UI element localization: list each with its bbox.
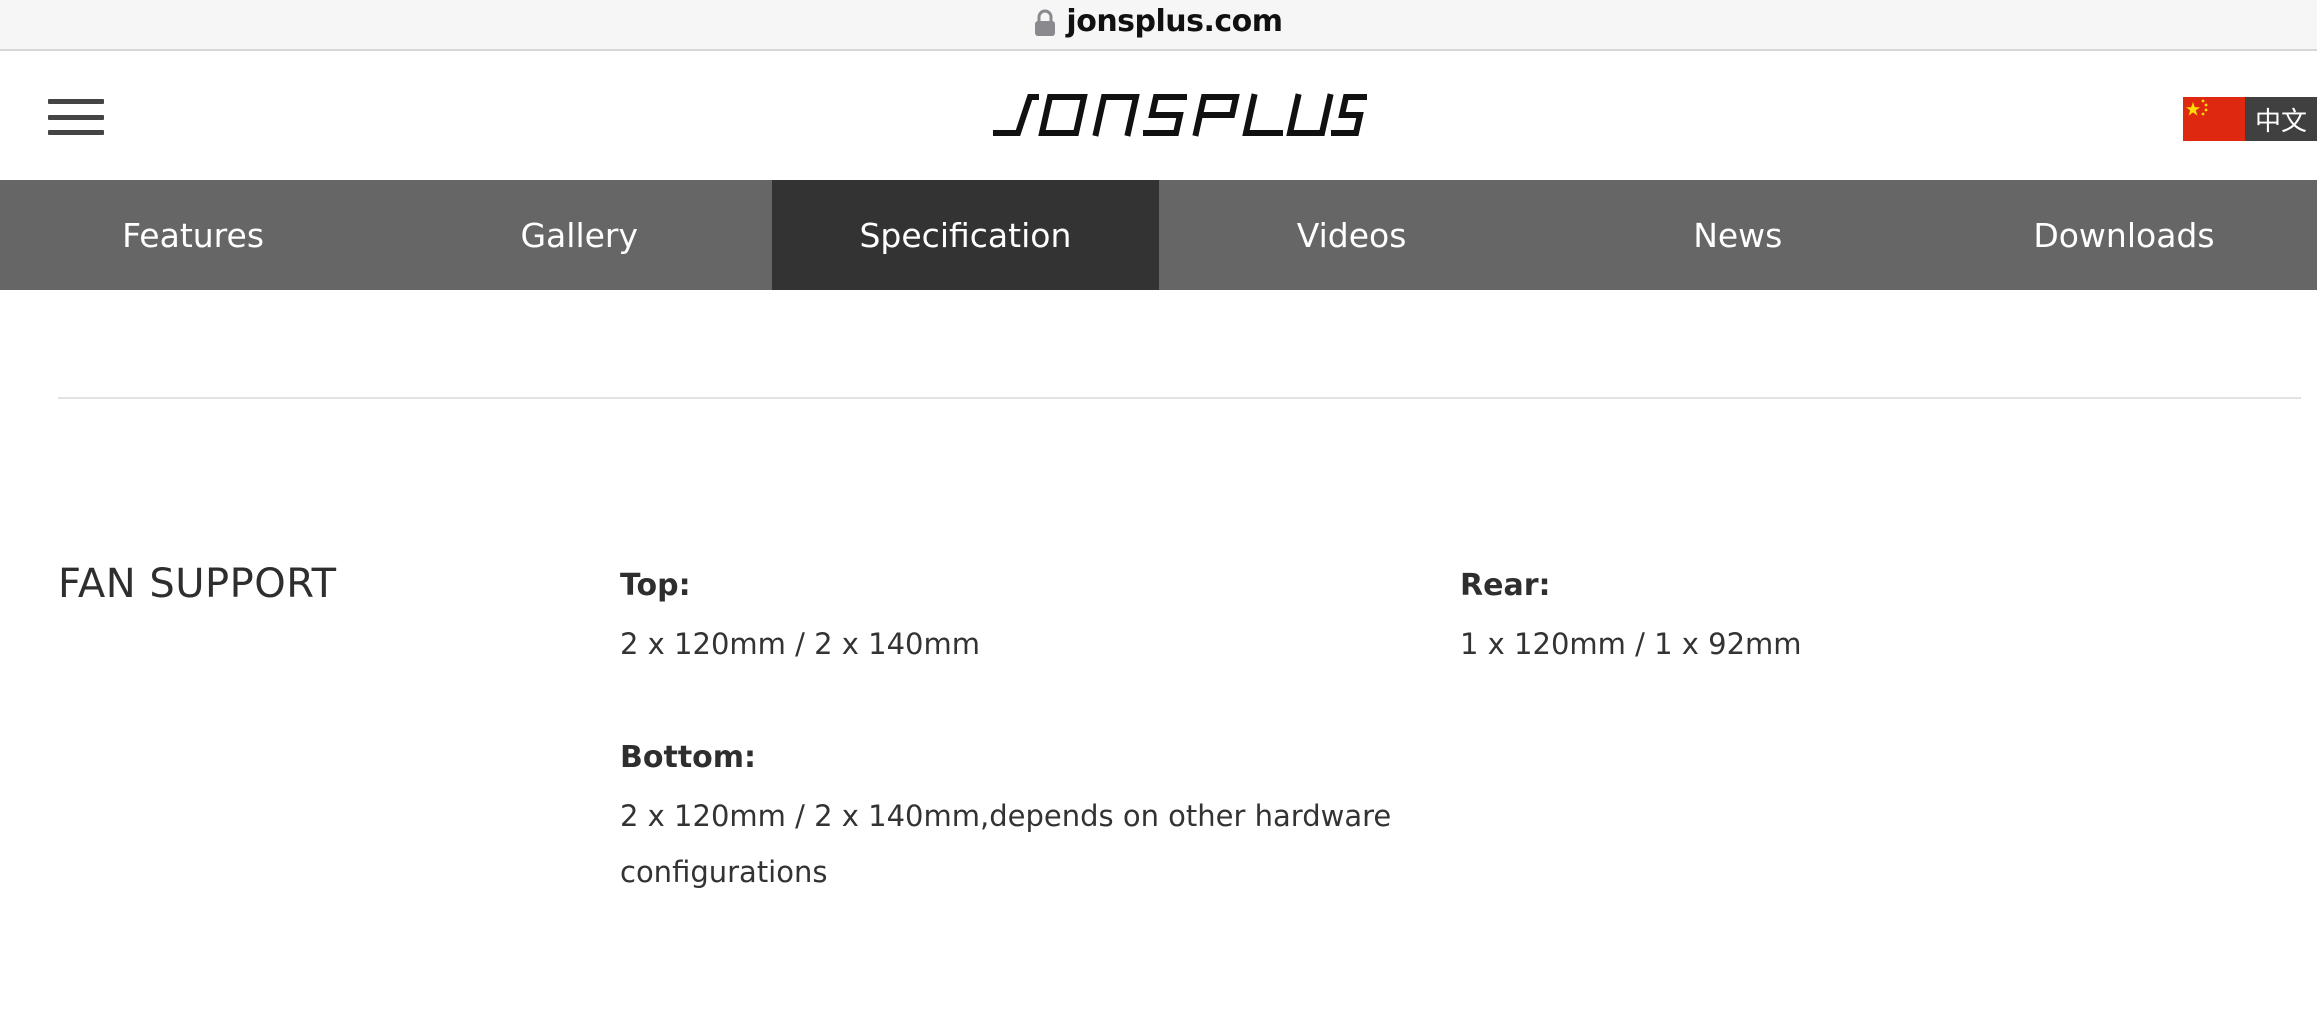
tab-gallery[interactable]: Gallery <box>386 180 772 290</box>
site-header: 中文 <box>0 51 2317 180</box>
jonsplus-logo[interactable] <box>990 93 1368 139</box>
spec-bottom-label: Bottom: <box>620 740 757 775</box>
browser-address-bar[interactable]: jonsplus.com <box>0 0 2317 51</box>
spec-top-label: Top: <box>620 568 691 603</box>
tab-videos[interactable]: Videos <box>1159 180 1545 290</box>
url-text: jonsplus.com <box>1066 4 1283 39</box>
section-divider <box>58 397 2301 399</box>
china-flag-icon <box>2183 97 2245 141</box>
tab-downloads[interactable]: Downloads <box>1931 180 2317 290</box>
tab-features[interactable]: Features <box>0 180 386 290</box>
lock-icon <box>1035 9 1056 36</box>
spec-section-title: FAN SUPPORT <box>58 561 337 607</box>
tab-news[interactable]: News <box>1545 180 1931 290</box>
product-nav-bar: Features Gallery Specification Videos Ne… <box>0 180 2317 290</box>
hamburger-menu-icon[interactable] <box>48 99 104 135</box>
spec-rear-value: 1 x 120mm / 1 x 92mm <box>1460 627 1802 661</box>
spec-top-value: 2 x 120mm / 2 x 140mm <box>620 627 981 661</box>
language-switcher[interactable]: 中文 <box>2183 97 2317 141</box>
language-label: 中文 <box>2245 97 2317 141</box>
spec-rear-label: Rear: <box>1460 568 1551 603</box>
spec-bottom-value-line2: configurations <box>620 855 828 889</box>
spec-bottom-value-line1: 2 x 120mm / 2 x 140mm,depends on other h… <box>620 799 1392 833</box>
tab-specification[interactable]: Specification <box>772 180 1159 290</box>
